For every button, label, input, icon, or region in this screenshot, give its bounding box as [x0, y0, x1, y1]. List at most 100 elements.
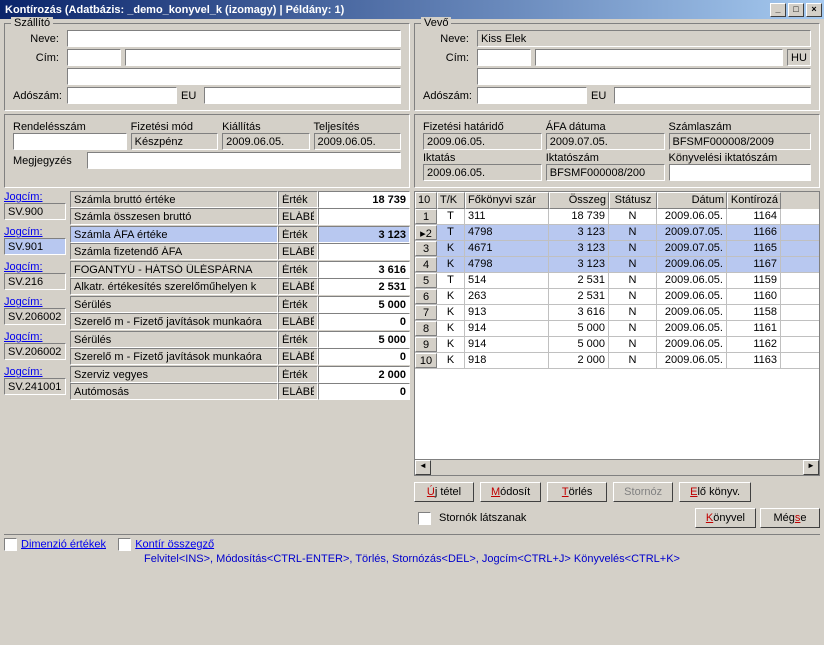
megse-button[interactable]: Mégse: [760, 508, 820, 528]
jogcim-row[interactable]: Jogcím:: [4, 331, 410, 365]
row-header[interactable]: 5: [415, 273, 437, 288]
iktatas-input[interactable]: [423, 164, 542, 181]
col-fk[interactable]: Főkönyvi szár: [465, 192, 549, 209]
row-header[interactable]: 7: [415, 305, 437, 320]
grid-row[interactable]: 9 K 914 5 000 N 2009.06.05. 1162: [415, 337, 819, 353]
grid-hscrollbar[interactable]: ◄►: [415, 459, 819, 475]
col-statusz[interactable]: Státusz: [609, 192, 657, 209]
entries-grid[interactable]: 10 T/K Főkönyvi szár Összeg Státusz Dátu…: [414, 191, 820, 476]
grid-row[interactable]: ▸2 T 4798 3 123 N 2009.07.05. 1166: [415, 225, 819, 241]
afadat-input[interactable]: [546, 133, 665, 150]
ertek-value-input[interactable]: [318, 366, 410, 383]
grid-row[interactable]: 7 K 913 3 616 N 2009.06.05. 1158: [415, 305, 819, 321]
scroll-right-icon[interactable]: ►: [803, 460, 819, 475]
szallito-cim1-input[interactable]: [67, 49, 121, 66]
fizhat-input[interactable]: [423, 133, 542, 150]
jogcim-desc1-input[interactable]: [70, 331, 278, 348]
maximize-button[interactable]: □: [788, 3, 804, 17]
grid-row[interactable]: 6 K 263 2 531 N 2009.06.05. 1160: [415, 289, 819, 305]
jogcim-row[interactable]: Jogcím:: [4, 296, 410, 330]
col-datum[interactable]: Dátum: [657, 192, 727, 209]
col-rownum[interactable]: 10: [415, 192, 437, 209]
minimize-button[interactable]: _: [770, 3, 786, 17]
jogcim-code-input[interactable]: [4, 378, 66, 395]
torles-button[interactable]: Törlés: [547, 482, 607, 502]
row-header[interactable]: 1: [415, 209, 437, 224]
konyvel-button[interactable]: Könyvel: [695, 508, 756, 528]
kontir-checkbox[interactable]: [118, 538, 131, 551]
grid-row[interactable]: 8 K 914 5 000 N 2009.06.05. 1161: [415, 321, 819, 337]
row-header[interactable]: 9: [415, 337, 437, 352]
grid-row[interactable]: 10 K 918 2 000 N 2009.06.05. 1163: [415, 353, 819, 369]
jogcim-desc1-input[interactable]: [70, 366, 278, 383]
row-header[interactable]: 8: [415, 321, 437, 336]
vevo-eu-input[interactable]: [614, 87, 811, 104]
elabe-value-input[interactable]: [318, 243, 410, 260]
jogcim-desc2-input[interactable]: [70, 313, 278, 330]
row-header[interactable]: 10: [415, 353, 437, 368]
close-button[interactable]: ×: [806, 3, 822, 17]
elabe-value-input[interactable]: [318, 278, 410, 295]
jogcim-row[interactable]: Jogcím:: [4, 261, 410, 295]
jogcim-code-input[interactable]: [4, 308, 66, 325]
jogcim-desc1-input[interactable]: [70, 191, 278, 208]
szallito-neve-input[interactable]: [67, 30, 401, 47]
iktatoszam-input[interactable]: [546, 164, 665, 181]
elabe-value-input[interactable]: [318, 208, 410, 225]
teljesites-input[interactable]: [314, 133, 401, 150]
modosit-button[interactable]: Módosít: [480, 482, 541, 502]
konyviktat-input[interactable]: [669, 164, 812, 181]
scroll-left-icon[interactable]: ◄: [415, 460, 431, 475]
jogcim-row[interactable]: Jogcím:: [4, 226, 410, 260]
jogcim-row[interactable]: Jogcím:: [4, 366, 410, 400]
jogcim-link[interactable]: Jogcím:: [4, 226, 43, 238]
vevo-adoszam-input[interactable]: [477, 87, 587, 104]
elokonyv-button[interactable]: Elő könyv.: [679, 482, 751, 502]
jogcim-link[interactable]: Jogcím:: [4, 191, 43, 203]
elabe-value-input[interactable]: [318, 348, 410, 365]
jogcim-link[interactable]: Jogcím:: [4, 261, 43, 273]
kiallitas-input[interactable]: [222, 133, 309, 150]
szallito-eu-input[interactable]: [204, 87, 401, 104]
megjegyzes-input[interactable]: [87, 152, 401, 169]
dimenzio-link[interactable]: Dimenzió értékek: [21, 538, 106, 550]
jogcim-link[interactable]: Jogcím:: [4, 331, 43, 343]
jogcim-row[interactable]: Jogcím:: [4, 191, 410, 225]
jogcim-desc2-input[interactable]: [70, 383, 278, 400]
jogcim-desc2-input[interactable]: [70, 208, 278, 225]
ertek-value-input[interactable]: [318, 331, 410, 348]
row-header[interactable]: ▸2: [415, 225, 437, 240]
col-kontir[interactable]: Kontírozá: [727, 192, 781, 209]
ertek-value-input[interactable]: [318, 296, 410, 313]
grid-row[interactable]: 3 K 4671 3 123 N 2009.07.05. 1165: [415, 241, 819, 257]
jogcim-desc1-input[interactable]: [70, 296, 278, 313]
szallito-cim2-input[interactable]: [125, 49, 401, 66]
fizmod-input[interactable]: [131, 133, 218, 150]
jogcim-desc2-input[interactable]: [70, 243, 278, 260]
ertek-value-input[interactable]: [318, 191, 410, 208]
jogcim-code-input[interactable]: [4, 238, 66, 255]
szallito-cim3-input[interactable]: [67, 68, 401, 85]
jogcim-code-input[interactable]: [4, 203, 66, 220]
row-header[interactable]: 4: [415, 257, 437, 272]
ujtetel-button[interactable]: Új tétel: [414, 482, 474, 502]
jogcim-code-input[interactable]: [4, 343, 66, 360]
szamlaszam-input[interactable]: [669, 133, 812, 150]
jogcim-link[interactable]: Jogcím:: [4, 296, 43, 308]
vevo-cim2-input[interactable]: [535, 49, 783, 66]
col-osszeg[interactable]: Összeg: [549, 192, 609, 209]
grid-row[interactable]: 4 K 4798 3 123 N 2009.06.05. 1167: [415, 257, 819, 273]
row-header[interactable]: 6: [415, 289, 437, 304]
jogcim-desc2-input[interactable]: [70, 348, 278, 365]
kontir-link[interactable]: Kontír összegző: [135, 538, 214, 550]
dimenzio-checkbox[interactable]: [4, 538, 17, 551]
elabe-value-input[interactable]: [318, 313, 410, 330]
jogcim-desc1-input[interactable]: [70, 261, 278, 278]
ertek-value-input[interactable]: [318, 261, 410, 278]
rendelesszam-input[interactable]: [13, 133, 127, 150]
grid-row[interactable]: 1 T 311 18 739 N 2009.06.05. 1164: [415, 209, 819, 225]
szallito-adoszam-input[interactable]: [67, 87, 177, 104]
ertek-value-input[interactable]: [318, 226, 410, 243]
vevo-hu-input[interactable]: [787, 49, 811, 66]
vevo-cim3-input[interactable]: [477, 68, 811, 85]
